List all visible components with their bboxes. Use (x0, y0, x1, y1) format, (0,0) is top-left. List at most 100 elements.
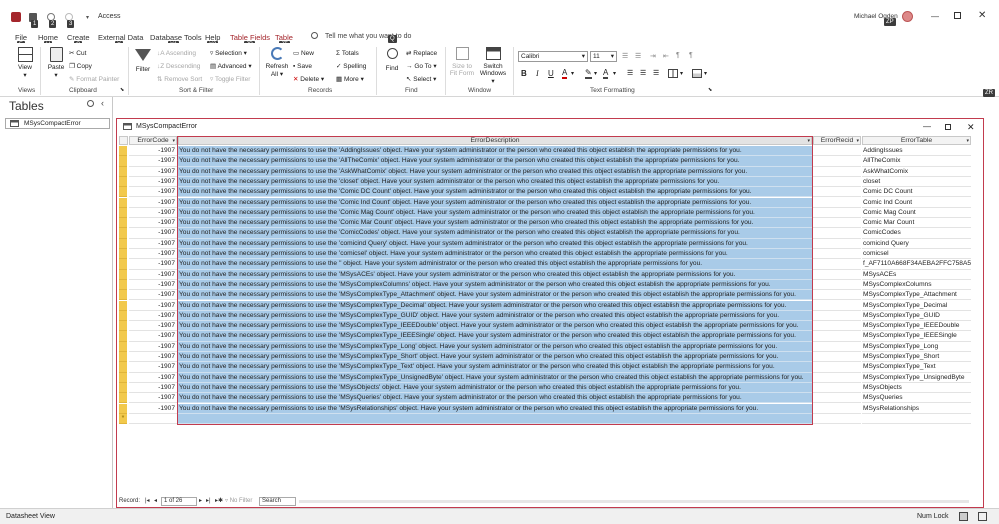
cell-errordescription[interactable]: You do not have the necessary permission… (178, 166, 812, 177)
copy-button[interactable]: ❐ Copy (69, 62, 92, 71)
cell-errordescription[interactable]: You do not have the necessary permission… (178, 269, 812, 280)
chevron-down-icon[interactable]: ▾ (613, 70, 616, 77)
record-selector[interactable] (119, 197, 127, 208)
gridlines-icon[interactable] (668, 69, 678, 78)
bullet-list-icon[interactable]: ☰ (635, 52, 641, 60)
chevron-down-icon[interactable]: ▾ (172, 137, 175, 145)
cell-errortable[interactable]: MSysRelationships (862, 404, 971, 414)
table-row[interactable]: -1907 You do not have the necessary permi… (119, 269, 971, 280)
select-all-corner[interactable] (119, 136, 128, 145)
cell-errordescription[interactable]: You do not have the necessary permission… (178, 310, 812, 322)
cell-errorcode[interactable]: -1907 (129, 208, 177, 219)
cell-errorrecid[interactable] (813, 290, 861, 301)
column-header-errorrecid[interactable]: ErrorRecid ▾ (813, 136, 861, 145)
cell-errorcode[interactable]: -1907 (129, 301, 177, 311)
table-row[interactable]: -1907 You do not have the necessary permi… (119, 146, 971, 157)
record-selector[interactable] (119, 393, 127, 404)
cell-errorrecid[interactable] (813, 259, 861, 270)
font-color-icon[interactable]: A (562, 69, 568, 79)
table-row[interactable]: -1907 You do not have the necessary permi… (119, 156, 971, 167)
table-row[interactable]: -1907 You do not have the necessary permi… (119, 352, 971, 363)
record-selector[interactable] (119, 146, 127, 157)
table-row[interactable]: -1907 You do not have the necessary permi… (119, 197, 971, 208)
record-selector[interactable] (119, 290, 127, 301)
cell-errortable[interactable]: MSysComplexType_Attachment (862, 290, 971, 301)
cell-errortable[interactable]: MSysComplexType_Short (862, 352, 971, 363)
chevron-down-icon[interactable]: ▾ (571, 70, 574, 77)
clipboard-launcher-icon[interactable]: ⬊ (120, 87, 124, 93)
record-selector[interactable] (119, 362, 127, 373)
cell-errorrecid[interactable] (813, 228, 861, 239)
cell-errortable[interactable]: MSysComplexType_GUID (862, 311, 971, 322)
cell-errorrecid[interactable] (813, 146, 861, 157)
cell-errorcode[interactable]: -1907 (129, 362, 177, 373)
cell-errorcode[interactable]: -1907 (129, 280, 177, 291)
new-record-selector[interactable]: * (119, 413, 127, 425)
table-row[interactable]: -1907 You do not have the necessary permi… (119, 393, 971, 404)
cell-errortable[interactable]: AllTheComix (862, 156, 971, 167)
cell-errortable[interactable]: Comic Mag Count (862, 208, 971, 219)
cell-errortable[interactable]: MSysComplexType_UnsignedByte (862, 373, 971, 383)
cell-errortable[interactable]: MSysComplexType_Text (862, 362, 971, 373)
record-selector[interactable] (119, 228, 127, 239)
table-row[interactable]: -1907 You do not have the necessary permi… (119, 279, 971, 291)
cell-errordescription[interactable]: You do not have the necessary permission… (178, 187, 812, 198)
cell-errorrecid[interactable] (813, 393, 861, 404)
cell-errortable[interactable] (862, 414, 971, 425)
find-button[interactable]: Find (381, 47, 403, 72)
cell-errordescription[interactable]: You do not have the necessary permission… (178, 362, 812, 373)
spelling-button[interactable]: ✓ Spelling (336, 62, 366, 71)
prev-record-icon[interactable]: ◂ (154, 497, 157, 506)
cell-errorcode[interactable]: -1907 (129, 167, 177, 177)
close-icon[interactable]: ✕ (978, 10, 986, 21)
more-button[interactable]: ▦ More ▾ (336, 75, 364, 84)
cell-errortable[interactable]: MSysQueries (862, 393, 971, 404)
cell-errordescription[interactable]: You do not have the necessary permission… (178, 259, 812, 270)
table-row[interactable]: -1907 You do not have the necessary permi… (119, 218, 971, 229)
underline-icon[interactable]: U (548, 69, 554, 78)
record-selector[interactable] (119, 279, 127, 291)
cell-errorrecid[interactable] (813, 280, 861, 291)
cell-errordescription[interactable]: You do not have the necessary permission… (178, 331, 812, 342)
cell-errordescription[interactable]: You do not have the necessary permission… (178, 290, 812, 301)
cell-errortable[interactable]: MSysComplexType_Decimal (862, 301, 971, 311)
descending-button[interactable]: ↓Z Descending (157, 62, 200, 71)
chevron-down-icon[interactable]: ▾ (966, 137, 969, 145)
record-selector[interactable] (119, 156, 127, 167)
cell-errorcode[interactable]: -1907 (129, 146, 177, 157)
cell-errorcode[interactable]: -1907 (129, 270, 177, 280)
record-selector[interactable] (119, 269, 127, 280)
cell-errorcode[interactable]: -1907 (129, 177, 177, 188)
cell-errortable[interactable]: comicind Query (862, 239, 971, 249)
record-position-input[interactable]: 1 of 26 (161, 497, 197, 506)
cell-errortable[interactable]: comicsel (862, 249, 971, 260)
column-header-errordescription[interactable]: ErrorDescription ▾ (178, 136, 812, 145)
table-row[interactable]: -1907 You do not have the necessary permi… (119, 300, 971, 311)
bold-icon[interactable]: B (521, 69, 527, 78)
table-row[interactable]: -1907 You do not have the necessary permi… (119, 166, 971, 177)
cell-errorcode[interactable]: -1907 (129, 404, 177, 414)
switch-windows-button[interactable]: Switch Windows ▾ (478, 47, 508, 85)
table-row[interactable]: -1907 You do not have the necessary permi… (119, 259, 971, 270)
italic-icon[interactable]: I (536, 69, 539, 78)
table-row[interactable]: -1907 You do not have the necessary permi… (119, 310, 971, 322)
align-right-icon[interactable]: ☰ (653, 69, 659, 77)
chevron-down-icon[interactable]: ▾ (856, 137, 859, 145)
cell-errortable[interactable]: Comic Ind Count (862, 198, 971, 208)
cell-errordescription[interactable]: You do not have the necessary permission… (178, 372, 812, 383)
table-row[interactable]: -1907 You do not have the necessary permi… (119, 207, 971, 219)
chevron-down-icon[interactable]: ▾ (680, 70, 683, 77)
cell-errordescription[interactable]: You do not have the necessary permission… (178, 146, 812, 157)
table-row[interactable]: -1907 You do not have the necessary permi… (119, 176, 971, 188)
cell-errorrecid[interactable] (813, 362, 861, 373)
cell-errorcode[interactable]: -1907 (129, 249, 177, 260)
record-selector[interactable] (119, 207, 127, 219)
table-row[interactable]: -1907 You do not have the necessary permi… (119, 341, 971, 352)
cell-errorcode[interactable]: -1907 (129, 393, 177, 404)
cell-errorcode[interactable]: -1907 (129, 156, 177, 167)
advanced-button[interactable]: ▤ Advanced ▾ (210, 62, 252, 71)
cell-errortable[interactable]: MSysComplexType_IEEESingle (862, 331, 971, 342)
record-selector[interactable] (119, 218, 127, 229)
cell-errorrecid[interactable] (813, 331, 861, 342)
font-name-select[interactable]: Calibri ▾ (518, 51, 588, 62)
